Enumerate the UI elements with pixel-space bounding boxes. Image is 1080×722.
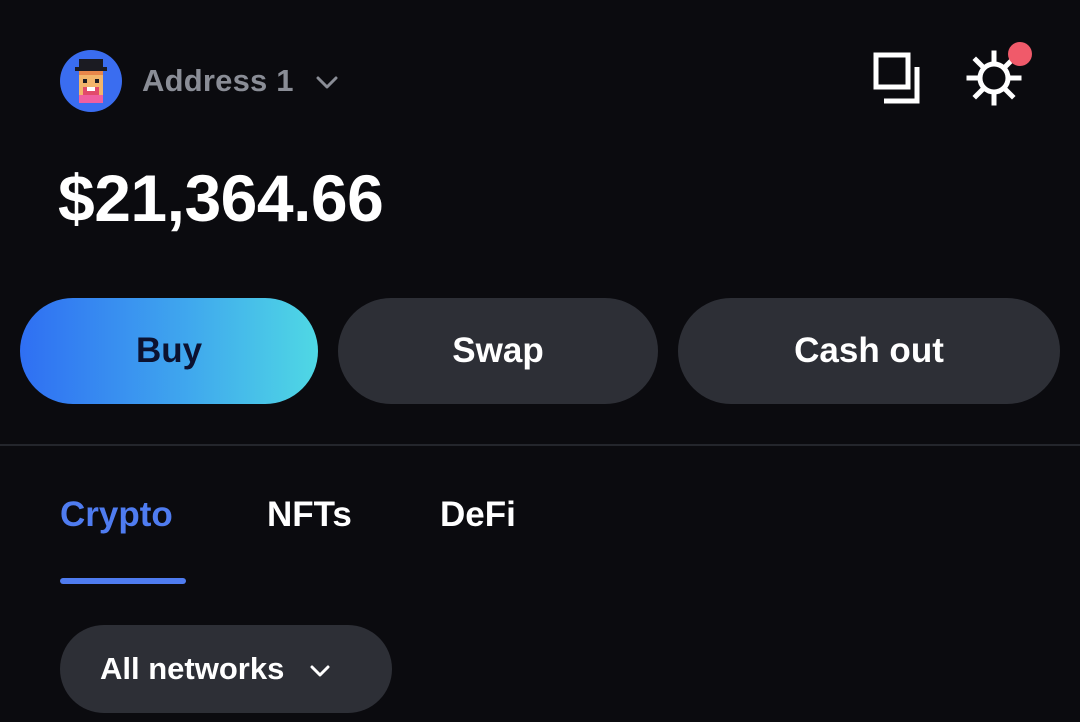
tab-crypto[interactable]: Crypto bbox=[60, 495, 173, 535]
chevron-down-icon[interactable] bbox=[310, 665, 330, 678]
divider bbox=[0, 444, 1080, 446]
network-filter-label[interactable]: All networks bbox=[100, 651, 284, 687]
copy-button[interactable] bbox=[870, 48, 924, 108]
account-selector[interactable]: Address 1 bbox=[60, 50, 338, 112]
copy-icon bbox=[873, 52, 920, 104]
wallet-screen: Address 1 $21,364.66 Buy Swap Cash out C… bbox=[0, 0, 1080, 722]
cash-out-button[interactable]: Cash out bbox=[678, 298, 1060, 404]
top-actions bbox=[870, 42, 1032, 108]
total-balance: $21,364.66 bbox=[58, 161, 384, 235]
notification-badge bbox=[1008, 42, 1032, 66]
settings-button[interactable] bbox=[964, 42, 1032, 108]
pixel-character-avatar-icon bbox=[75, 59, 107, 103]
chevron-down-icon[interactable] bbox=[316, 76, 338, 90]
address-label[interactable]: Address 1 bbox=[142, 63, 294, 99]
active-tab-indicator bbox=[60, 578, 186, 584]
tab-nfts[interactable]: NFTs bbox=[267, 495, 352, 535]
avatar[interactable] bbox=[60, 50, 122, 112]
action-buttons: Buy Swap Cash out bbox=[20, 298, 1060, 404]
swap-button[interactable]: Swap bbox=[338, 298, 658, 404]
buy-button[interactable]: Buy bbox=[20, 298, 318, 404]
network-filter-dropdown[interactable]: All networks bbox=[60, 625, 392, 713]
tab-defi[interactable]: DeFi bbox=[440, 495, 516, 535]
